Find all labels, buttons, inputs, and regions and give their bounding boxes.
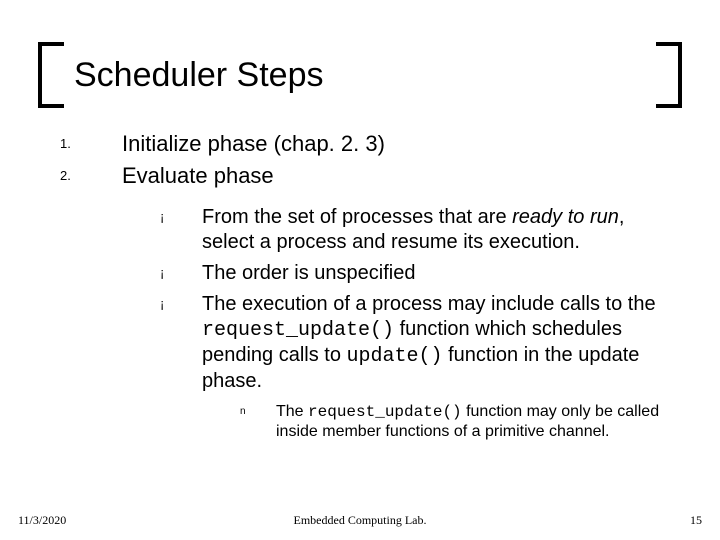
bracket-left-icon	[38, 42, 64, 108]
emphasis: ready to run	[512, 206, 619, 228]
sub-list-text: From the set of processes that are ready…	[202, 205, 680, 255]
sub-sub-list-item: n The request_update() function may only…	[240, 402, 680, 442]
footer-center: Embedded Computing Lab.	[0, 513, 720, 528]
sub-sub-list: n The request_update() function may only…	[240, 402, 680, 442]
hollow-bullet-icon: ¡	[160, 261, 202, 286]
sub-sub-list-text: The request_update() function may only b…	[276, 402, 680, 442]
list-text: Evaluate phase	[122, 162, 680, 190]
list-text: Initialize phase (chap. 2. 3)	[122, 130, 680, 158]
square-bullet-icon: n	[240, 402, 276, 442]
bracket-right-icon	[656, 42, 682, 108]
list-number: 2.	[60, 162, 122, 190]
sub-list: ¡ From the set of processes that are rea…	[160, 205, 680, 394]
list-item: 1. Initialize phase (chap. 2. 3)	[60, 130, 680, 158]
sub-list-text: The execution of a process may include c…	[202, 292, 680, 394]
slide-title: Scheduler Steps	[74, 56, 656, 95]
list-item: 2. Evaluate phase	[60, 162, 680, 190]
hollow-bullet-icon: ¡	[160, 205, 202, 255]
code-token: update()	[347, 345, 443, 368]
sub-list-item: ¡ The order is unspecified	[160, 261, 680, 286]
slide-body: 1. Initialize phase (chap. 2. 3) 2. Eval…	[60, 130, 680, 442]
code-token: request_update()	[308, 403, 462, 421]
sub-list-item: ¡ The execution of a process may include…	[160, 292, 680, 394]
list-number: 1.	[60, 130, 122, 158]
footer: 11/3/2020 Embedded Computing Lab. 15	[0, 513, 720, 528]
sub-list-text: The order is unspecified	[202, 261, 680, 286]
slide: Scheduler Steps 1. Initialize phase (cha…	[0, 0, 720, 540]
title-bar: Scheduler Steps	[38, 46, 682, 104]
sub-list-item: ¡ From the set of processes that are rea…	[160, 205, 680, 255]
code-token: request_update()	[202, 319, 394, 342]
numbered-list: 1. Initialize phase (chap. 2. 3) 2. Eval…	[60, 130, 680, 189]
hollow-bullet-icon: ¡	[160, 292, 202, 394]
